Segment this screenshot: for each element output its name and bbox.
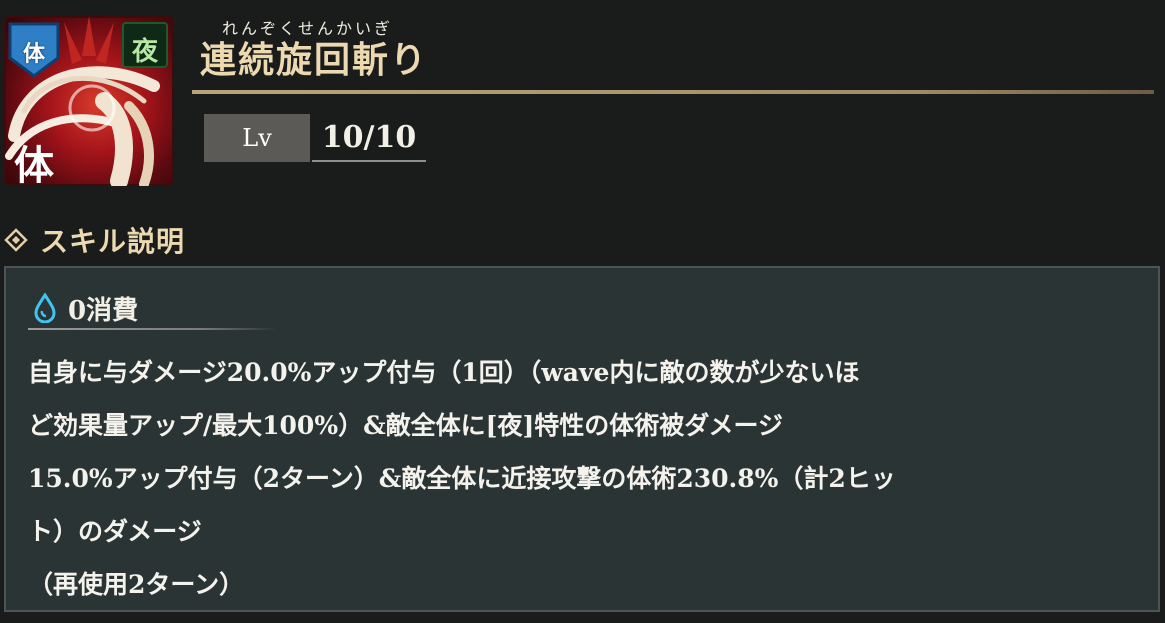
skill-name-ruby: れんぞくせんかいぎ	[222, 19, 394, 38]
skill-description-panel: 0消費 自身に与ダメージ20.0%アップ付与（1回）（wave内に敵の数が少ない…	[4, 266, 1160, 612]
cost-row: 0消費	[34, 290, 138, 326]
level-value: 10/10	[312, 114, 426, 162]
section-title: スキル説明	[40, 225, 186, 258]
description-line: ど効果量アップ/最大100%）&敵全体に[夜]特性の体術被ダメージ	[28, 411, 784, 440]
icon-body-char: 体	[14, 142, 54, 186]
title-divider	[192, 90, 1154, 94]
cost-text: 0消費	[68, 295, 139, 326]
trait-badge: 夜	[122, 22, 168, 68]
description-text: 自身に与ダメージ20.0%アップ付与（1回）（wave内に敵の数が少ないほ ど効…	[28, 346, 1143, 611]
description-line: 15.0%アップ付与（2ターン）&敵全体に近接攻撃の体術230.8%（計2ヒッ	[28, 464, 896, 493]
section-header: スキル説明	[4, 222, 185, 258]
skill-name: 連続旋回斬り	[200, 39, 429, 81]
attack-type-badge: 体	[8, 22, 60, 78]
level-label: Lv	[204, 114, 310, 162]
description-line: 自身に与ダメージ20.0%アップ付与（1回）（wave内に敵の数が少ないほ	[28, 358, 860, 387]
description-line: （再使用2ターン）	[28, 570, 245, 599]
water-drop-icon	[34, 293, 56, 323]
trait-char: 夜	[131, 37, 158, 67]
diamond-icon	[4, 228, 28, 252]
description-line: ト）のダメージ	[28, 517, 202, 546]
attack-type-char: 体	[22, 41, 45, 67]
cost-divider	[28, 328, 276, 330]
